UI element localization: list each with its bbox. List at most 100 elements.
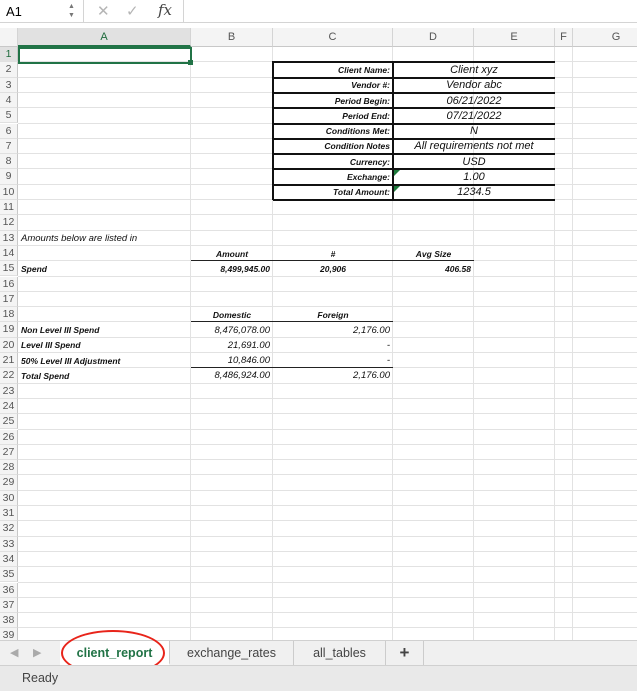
row-header-3[interactable]: 3 (0, 77, 18, 93)
table-border (273, 183, 555, 186)
foreign-header[interactable]: Foreign (273, 307, 393, 322)
row-header-4[interactable]: 4 (0, 92, 18, 109)
spend-avg-size[interactable]: 406.58 (393, 261, 474, 276)
breakdown-row-label[interactable]: 50% Level III Adjustment (18, 353, 191, 368)
selected-cell-a1[interactable] (18, 47, 192, 64)
info-value[interactable]: 1234.5 (393, 185, 555, 200)
info-label[interactable]: Client Name: (273, 62, 393, 77)
row-header-29[interactable]: 29 (0, 475, 18, 491)
row-header-18[interactable]: 18 (0, 307, 18, 323)
info-label[interactable]: Period Begin: (273, 93, 393, 108)
row-header-35[interactable]: 35 (0, 567, 18, 583)
info-value[interactable]: Client xyz (393, 62, 555, 77)
info-label[interactable]: Total Amount: (273, 185, 393, 200)
breakdown-row-label[interactable]: Non Level III Spend (18, 322, 191, 337)
row-header-26[interactable]: 26 (0, 429, 18, 445)
info-label[interactable]: Period End: (273, 108, 393, 123)
info-label[interactable]: Exchange: (273, 169, 393, 184)
prev-sheet-icon[interactable]: ◀ (10, 646, 18, 659)
row-header-34[interactable]: 34 (0, 551, 18, 568)
row-header-31[interactable]: 31 (0, 506, 18, 522)
fill-handle[interactable] (188, 60, 193, 65)
row-header-10[interactable]: 10 (0, 184, 18, 200)
domestic-value[interactable]: 8,486,924.00 (191, 368, 273, 383)
row-header-8[interactable]: 8 (0, 154, 18, 170)
info-label[interactable]: Conditions Met: (273, 124, 393, 139)
info-value[interactable]: 07/21/2022 (393, 108, 555, 123)
row-header-27[interactable]: 27 (0, 444, 18, 461)
row-header-11[interactable]: 11 (0, 200, 18, 216)
spend-label[interactable]: Spend (18, 261, 191, 276)
select-all-corner[interactable] (0, 28, 18, 47)
info-value[interactable]: Vendor abc (393, 78, 555, 93)
summary-header[interactable]: Amount (191, 246, 273, 261)
enter-icon[interactable]: ✓ (126, 2, 139, 20)
row-header-16[interactable]: 16 (0, 276, 18, 292)
row-header-25[interactable]: 25 (0, 414, 18, 430)
add-sheet-button[interactable]: + (386, 641, 424, 665)
row-header-2[interactable]: 2 (0, 62, 18, 78)
domestic-header[interactable]: Domestic (191, 307, 273, 322)
row-header-7[interactable]: 7 (0, 138, 18, 155)
row-header-24[interactable]: 24 (0, 398, 18, 415)
column-header-b[interactable]: B (191, 28, 273, 47)
domestic-value[interactable]: 8,476,078.00 (191, 322, 273, 337)
spreadsheet-grid[interactable]: A B C D E F G 1 2 3 4 5 6 7 8 9 10 11 12 13 14 15 16 17 18 19 20 21… (0, 28, 637, 640)
row-header-12[interactable]: 12 (0, 215, 18, 231)
row-header-33[interactable]: 33 (0, 536, 18, 552)
foreign-value[interactable]: 2,176.00 (273, 322, 393, 337)
row-header-9[interactable]: 9 (0, 169, 18, 185)
column-header-d[interactable]: D (393, 28, 474, 47)
column-header-a[interactable]: A (18, 28, 191, 47)
row-header-14[interactable]: 14 (0, 245, 18, 262)
breakdown-row-label[interactable]: Total Spend (18, 368, 191, 383)
domestic-value[interactable]: 10,846.00 (191, 353, 273, 368)
row-header-37[interactable]: 37 (0, 597, 18, 614)
row-header-36[interactable]: 36 (0, 582, 18, 598)
column-header-f[interactable]: F (555, 28, 573, 47)
row-header-13[interactable]: 13 (0, 230, 18, 246)
row-header-22[interactable]: 22 (0, 368, 18, 384)
column-header-c[interactable]: C (273, 28, 393, 47)
row-header-23[interactable]: 23 (0, 383, 18, 399)
column-header-g[interactable]: G (573, 28, 637, 47)
row-header-32[interactable]: 32 (0, 521, 18, 537)
info-value[interactable]: 06/21/2022 (393, 93, 555, 108)
spend-count[interactable]: 20,906 (273, 261, 393, 276)
domestic-value[interactable]: 21,691.00 (191, 338, 273, 353)
row-header-15[interactable]: 15 (0, 261, 18, 277)
row-header-28[interactable]: 28 (0, 460, 18, 476)
info-value[interactable]: N (393, 124, 555, 139)
next-sheet-icon[interactable]: ▶ (33, 646, 41, 659)
cancel-icon[interactable]: ✕ (97, 2, 110, 20)
row-header-21[interactable]: 21 (0, 353, 18, 369)
sheet-tab-all-tables[interactable]: all_tables (294, 641, 386, 665)
breakdown-row-label[interactable]: Level III Spend (18, 338, 191, 353)
summary-header[interactable]: Avg Size (393, 246, 474, 261)
row-header-6[interactable]: 6 (0, 123, 18, 139)
row-header-38[interactable]: 38 (0, 613, 18, 629)
foreign-value[interactable]: - (273, 338, 393, 353)
sheet-tab-exchange-rates[interactable]: exchange_rates (170, 641, 294, 665)
foreign-value[interactable]: 2,176.00 (273, 368, 393, 383)
name-box-dropdown-icon[interactable]: ▲ ▼ (68, 2, 75, 20)
foreign-value[interactable]: - (273, 353, 393, 368)
info-label[interactable]: Condition Notes (273, 139, 393, 154)
summary-header[interactable]: # (273, 246, 393, 261)
info-label[interactable]: Currency: (273, 154, 393, 169)
row-header-5[interactable]: 5 (0, 108, 18, 124)
amounts-note[interactable]: Amounts below are listed in (18, 231, 273, 246)
row-header-1[interactable]: 1 (0, 47, 18, 63)
info-value[interactable]: All requirements not met (393, 139, 555, 154)
row-header-17[interactable]: 17 (0, 291, 18, 308)
info-value[interactable]: 1.00 (393, 169, 555, 184)
info-label[interactable]: Vendor #: (273, 78, 393, 93)
spend-amount[interactable]: 8,499,945.00 (191, 261, 273, 276)
row-header-39[interactable]: 39 (0, 628, 18, 640)
info-value[interactable]: USD (393, 154, 555, 169)
column-header-e[interactable]: E (474, 28, 555, 47)
row-header-19[interactable]: 19 (0, 322, 18, 338)
function-icon[interactable]: fx (158, 1, 172, 19)
row-header-30[interactable]: 30 (0, 490, 18, 506)
row-header-20[interactable]: 20 (0, 337, 18, 353)
